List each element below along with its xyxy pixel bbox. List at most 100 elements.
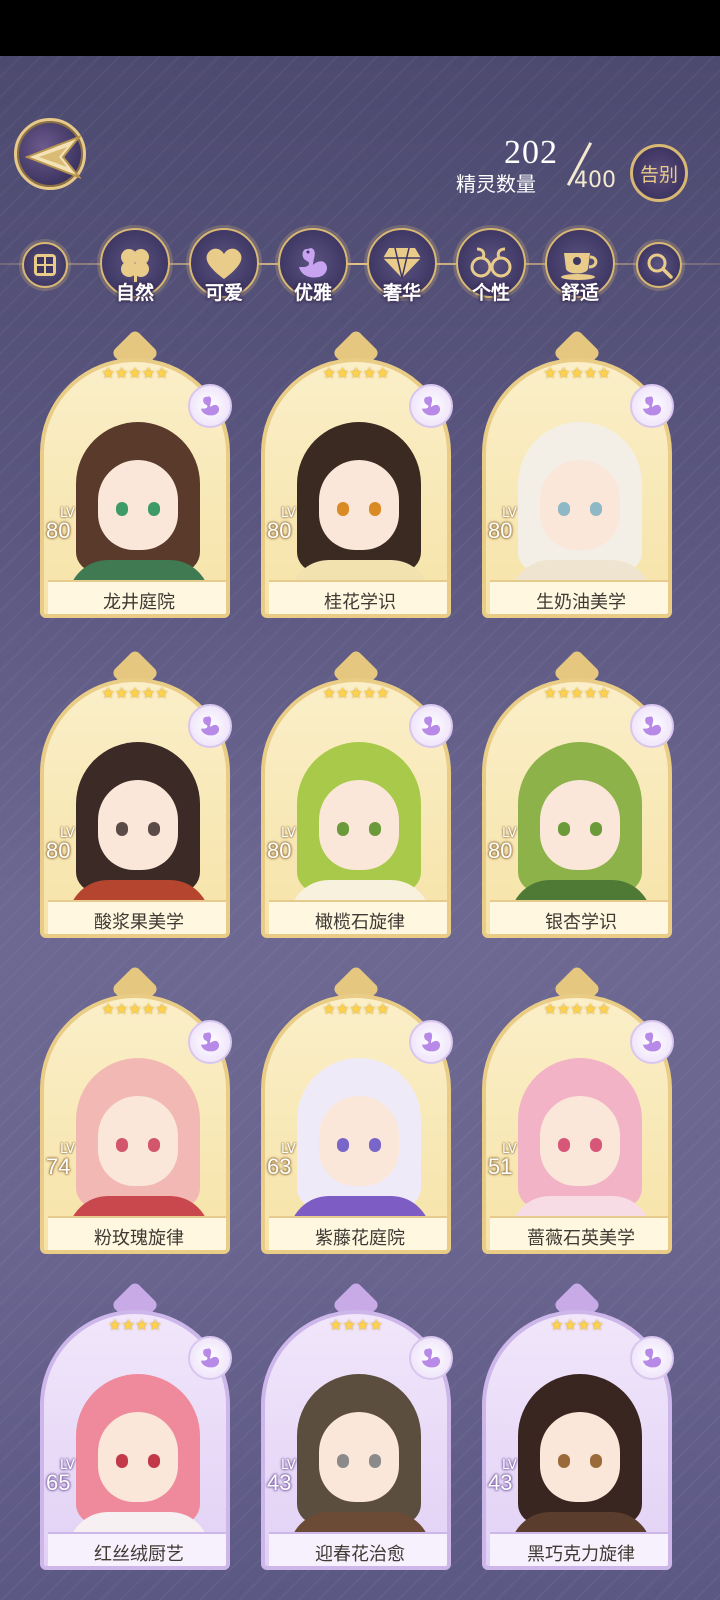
character-face <box>540 780 620 870</box>
elegant-type-badge <box>630 704 674 748</box>
card-name: 紫藤花庭院 <box>269 1216 447 1250</box>
card-name: 生奶油美学 <box>490 580 668 614</box>
elf-card[interactable]: 迎春花治愈 ★★★★ LV 43 <box>261 1280 453 1570</box>
character-face <box>319 780 399 870</box>
level-value: 80 <box>267 518 292 543</box>
swan-icon <box>642 1032 662 1052</box>
filter-all-button[interactable] <box>22 242 68 288</box>
character-eye <box>148 1138 160 1152</box>
elegant-type-badge <box>188 384 232 428</box>
elegant-type-badge <box>409 1336 453 1380</box>
elf-card[interactable]: 生奶油美学 ★★★★★ LV 80 <box>482 328 674 618</box>
character-eye <box>590 822 602 836</box>
character-face <box>540 1412 620 1502</box>
elf-card[interactable]: 黑巧克力旋律 ★★★★ LV 43 <box>482 1280 674 1570</box>
elegant-type-badge <box>409 384 453 428</box>
character-eye <box>148 1454 160 1468</box>
character-face <box>319 1096 399 1186</box>
swan-icon <box>642 396 662 416</box>
filter-elegant-label: 优雅 <box>293 282 332 304</box>
character-eye <box>590 502 602 516</box>
farewell-button[interactable]: 告别 <box>630 144 688 202</box>
back-arrow-icon <box>25 135 81 179</box>
filter-personality-label: 个性 <box>471 282 510 304</box>
elf-card[interactable]: 银杏学识 ★★★★★ LV 80 <box>482 648 674 938</box>
swan-icon <box>642 716 662 736</box>
swan-icon <box>421 396 441 416</box>
card-name: 橄榄石旋律 <box>269 900 447 934</box>
level-value: 51 <box>488 1154 513 1179</box>
card-name: 迎春花治愈 <box>269 1532 447 1566</box>
swan-icon <box>421 1032 441 1052</box>
elf-card[interactable]: 橄榄石旋律 ★★★★★ LV 80 <box>261 648 453 938</box>
character-eye <box>116 1454 128 1468</box>
elegant-type-badge <box>409 704 453 748</box>
elegant-type-badge <box>630 1020 674 1064</box>
card-name: 酸浆果美学 <box>48 900 226 934</box>
level-badge: LV 80 <box>488 506 534 564</box>
swan-icon <box>421 716 441 736</box>
level-value: 80 <box>46 518 71 543</box>
search-icon <box>647 253 673 279</box>
rarity-stars: ★★★★ <box>108 1316 162 1334</box>
elf-card[interactable]: 粉玫瑰旋律 ★★★★★ LV 74 <box>40 964 232 1254</box>
elf-card[interactable]: 红丝绒厨艺 ★★★★ LV 65 <box>40 1280 232 1570</box>
level-badge: LV 80 <box>46 826 92 884</box>
filter-nature-label: 自然 <box>115 282 154 304</box>
swan-icon <box>200 396 220 416</box>
elegant-type-badge <box>188 704 232 748</box>
character-eye <box>369 822 381 836</box>
character-eye <box>148 502 160 516</box>
level-value: 80 <box>267 838 292 863</box>
elf-count-label: 精灵数量 <box>456 172 536 196</box>
character-face <box>98 780 178 870</box>
character-eye <box>337 1454 349 1468</box>
level-value: 43 <box>488 1470 513 1495</box>
level-badge: LV 43 <box>267 1458 313 1516</box>
swan-icon <box>200 1348 220 1368</box>
character-eye <box>590 1454 602 1468</box>
elf-card[interactable]: 蔷薇石英美学 ★★★★★ LV 51 <box>482 964 674 1254</box>
rarity-stars: ★★★★★ <box>543 1000 611 1018</box>
back-button[interactable] <box>14 118 86 190</box>
rarity-stars: ★★★★ <box>329 1316 383 1334</box>
card-name: 红丝绒厨艺 <box>48 1532 226 1566</box>
character-eye <box>590 1138 602 1152</box>
level-value: 63 <box>267 1154 292 1179</box>
character-eye <box>116 502 128 516</box>
level-badge: LV 63 <box>267 1142 313 1200</box>
character-eye <box>369 1454 381 1468</box>
rarity-stars: ★★★★★ <box>322 1000 390 1018</box>
filter-search-button[interactable] <box>636 242 682 288</box>
elf-card[interactable]: 紫藤花庭院 ★★★★★ LV 63 <box>261 964 453 1254</box>
teacup-icon <box>561 253 598 280</box>
elf-card[interactable]: 酸浆果美学 ★★★★★ LV 80 <box>40 648 232 938</box>
elf-count: 202 精灵数量 400 <box>456 134 626 196</box>
elf-count-current: 202 <box>504 134 558 171</box>
level-badge: LV 43 <box>488 1458 534 1516</box>
clover-icon <box>121 249 149 282</box>
elf-collection-screen: 202 精灵数量 400 告别 自然 可爱 优雅 奢华 个性 舒适 龙井庭院 ★… <box>0 56 720 1600</box>
level-value: 80 <box>488 518 513 543</box>
level-badge: LV 80 <box>267 506 313 564</box>
card-name: 银杏学识 <box>490 900 668 934</box>
level-badge: LV 80 <box>267 826 313 884</box>
level-badge: LV 80 <box>46 506 92 564</box>
elegant-type-badge <box>630 1336 674 1380</box>
level-badge: LV 65 <box>46 1458 92 1516</box>
elf-card[interactable]: 龙井庭院 ★★★★★ LV 80 <box>40 328 232 618</box>
character-eye <box>558 502 570 516</box>
elf-count-max: 400 <box>574 168 616 193</box>
character-face <box>540 1096 620 1186</box>
elegant-type-badge <box>188 1336 232 1380</box>
character-face <box>98 460 178 550</box>
character-face <box>319 460 399 550</box>
character-eye <box>558 822 570 836</box>
level-value: 80 <box>46 838 71 863</box>
swan-icon <box>299 248 327 278</box>
character-face <box>98 1096 178 1186</box>
level-value: 43 <box>267 1470 292 1495</box>
elf-card[interactable]: 桂花学识 ★★★★★ LV 80 <box>261 328 453 618</box>
character-face <box>319 1412 399 1502</box>
elegant-type-badge <box>409 1020 453 1064</box>
